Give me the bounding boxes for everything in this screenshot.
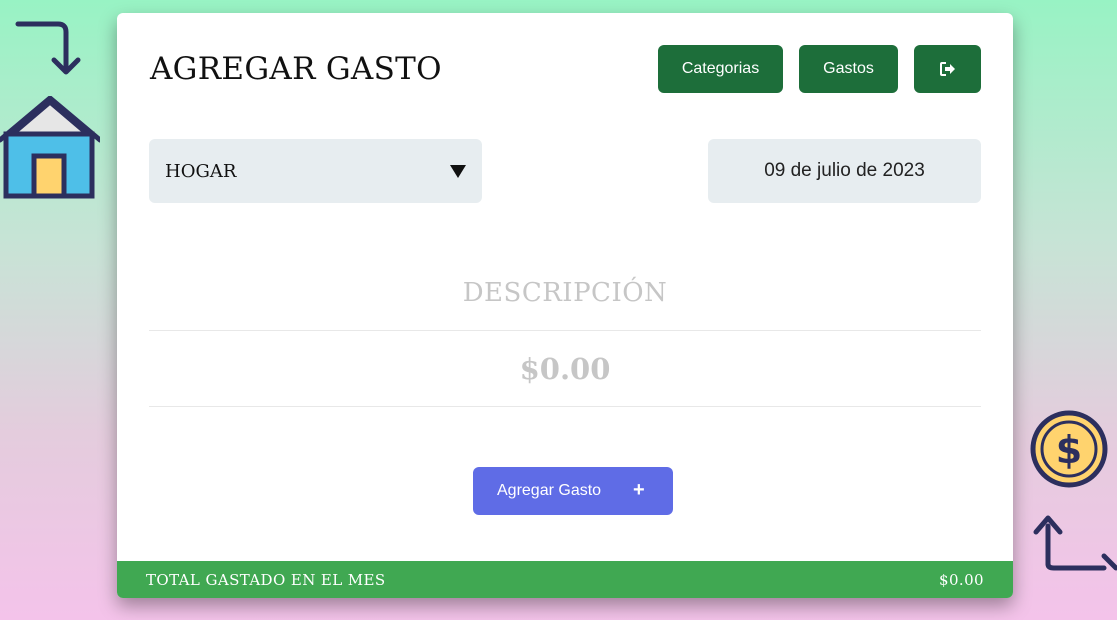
categories-button[interactable]: Categorias	[658, 45, 783, 93]
date-picker[interactable]: 09 de julio de 2023	[708, 139, 981, 203]
description-input[interactable]: DESCRIPCIÓN	[149, 256, 981, 331]
logout-button[interactable]	[914, 45, 981, 93]
add-expense-button[interactable]: Agregar Gasto +	[473, 467, 673, 515]
amount-input[interactable]: $0.00	[149, 332, 981, 407]
dollar-coin-icon: $	[1030, 410, 1108, 488]
expenses-button[interactable]: Gastos	[799, 45, 898, 93]
sign-out-icon	[939, 62, 955, 76]
svg-text:$: $	[1056, 428, 1082, 472]
plus-icon: +	[633, 479, 645, 501]
caret-down-icon	[450, 165, 466, 178]
arrow-up-turn-icon	[1033, 515, 1117, 571]
category-select-value: HOGAR	[165, 161, 237, 182]
page-title: AGREGAR GASTO	[150, 51, 442, 87]
add-expense-card: AGREGAR GASTO Categorias Gastos HOGAR 09…	[117, 13, 1013, 598]
monthly-total-bar: TOTAL GASTADO EN EL MES $0.00	[117, 561, 1013, 598]
add-expense-button-label: Agregar Gasto	[497, 482, 602, 499]
monthly-total-value: $0.00	[939, 571, 984, 589]
arrow-down-turn-icon	[15, 21, 81, 75]
house-icon	[0, 96, 100, 199]
category-select[interactable]: HOGAR	[149, 139, 482, 203]
monthly-total-label: TOTAL GASTADO EN EL MES	[146, 571, 386, 589]
